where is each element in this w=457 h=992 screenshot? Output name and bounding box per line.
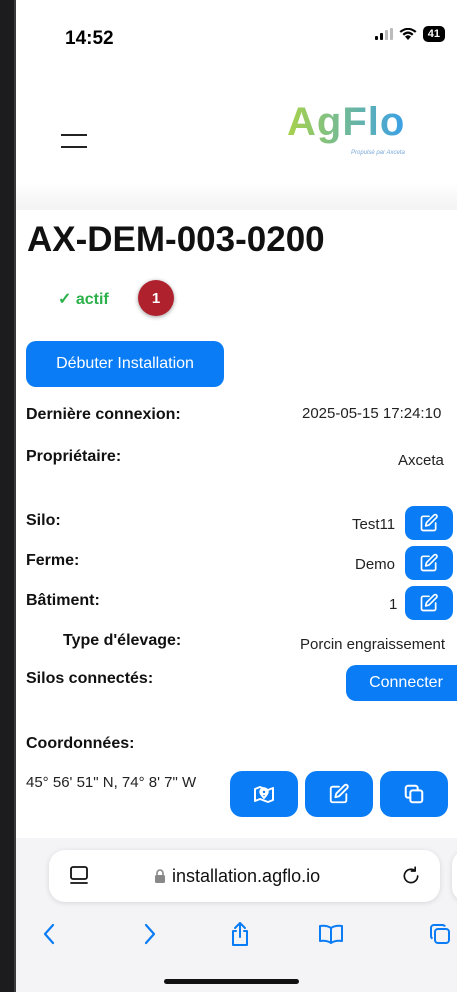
bookmarks-icon <box>319 924 343 944</box>
page-title: AX-DEM-003-0200 <box>27 220 325 259</box>
tab-view-icon[interactable] <box>69 865 89 887</box>
edit-icon <box>420 553 438 572</box>
app-screen: 14:52 41 AgFlo Propulsé par Axceta AX-DE… <box>16 0 457 992</box>
edit-coordinates-button[interactable] <box>305 771 373 817</box>
battery-icon: 41 <box>422 26 445 42</box>
url-text: installation.agflo.io <box>172 866 321 886</box>
logo-tagline: Propulsé par Axceta <box>351 150 405 156</box>
connect-button[interactable]: Connecter <box>346 665 457 701</box>
building-label: Bâtiment: <box>26 592 100 609</box>
back-button[interactable] <box>29 916 69 952</box>
edit-icon <box>420 513 438 532</box>
copy-icon <box>404 784 424 804</box>
coordinates-value: 45° 56' 51" N, 74° 8' 7" W <box>26 774 197 791</box>
owner-value: Axceta <box>398 452 444 469</box>
forward-icon <box>144 923 156 945</box>
farm-value: Demo <box>355 556 396 573</box>
status-badge: ✓ actif <box>58 291 109 308</box>
share-button[interactable] <box>220 916 260 952</box>
silo-value: Test11 <box>352 516 396 533</box>
map-pin-icon <box>254 786 274 803</box>
app-header: AgFlo Propulsé par Axceta <box>16 70 457 210</box>
bookmarks-button[interactable] <box>311 916 351 952</box>
tabs-button[interactable] <box>420 916 457 952</box>
share-icon <box>232 922 248 946</box>
status-time: 14:52 <box>65 28 114 49</box>
coordinates-label: Coordonnées: <box>26 735 135 752</box>
phone-screen: 14:52 41 AgFlo Propulsé par Axceta AX-DE… <box>0 0 457 992</box>
edit-icon <box>329 783 349 804</box>
wifi-icon <box>399 27 417 40</box>
edit-icon <box>420 593 438 612</box>
reload-icon[interactable] <box>401 866 421 886</box>
address-bar[interactable]: installation.agflo.io <box>49 850 440 902</box>
edit-silo-button[interactable] <box>405 506 453 540</box>
notification-badge[interactable]: 1 <box>138 280 174 316</box>
last-connection-value: 2025-05-15 17:24:10 <box>302 405 442 422</box>
status-icons: 41 <box>374 26 445 42</box>
hamburger-icon[interactable] <box>61 134 87 148</box>
back-icon <box>43 923 55 945</box>
home-indicator <box>164 979 299 984</box>
silo-label: Silo: <box>26 512 61 529</box>
building-value: 1 <box>389 596 398 613</box>
next-tab-preview[interactable] <box>452 850 457 902</box>
map-location-button[interactable] <box>230 771 298 817</box>
connected-silos-label: Silos connectés: <box>26 670 154 687</box>
breeding-type-label: Type d'élevage: <box>63 632 182 649</box>
copy-coordinates-button[interactable] <box>380 771 448 817</box>
browser-toolbar: installation.agflo.io <box>16 838 457 992</box>
last-connection-label: Dernière connexion: <box>26 406 181 423</box>
edit-building-button[interactable] <box>405 586 453 620</box>
breeding-type-value: Porcin engraissement <box>300 636 446 653</box>
tabs-icon <box>429 923 450 944</box>
lock-icon <box>155 869 165 883</box>
signal-icon <box>374 28 393 40</box>
farm-label: Ferme: <box>26 552 80 569</box>
forward-button[interactable] <box>130 916 170 952</box>
owner-label: Propriétaire: <box>26 448 122 465</box>
device-frame <box>0 0 16 992</box>
agflo-logo: AgFlo Propulsé par Axceta <box>287 100 406 156</box>
edit-farm-button[interactable] <box>405 546 453 580</box>
start-installation-button[interactable]: Débuter Installation <box>26 341 224 387</box>
